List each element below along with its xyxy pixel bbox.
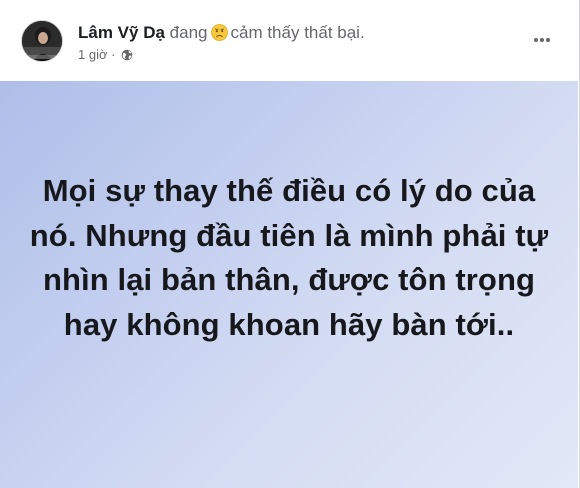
author-name[interactable]: Lâm Vỹ Dạ <box>78 23 165 42</box>
facebook-post: Lâm Vỹ Dạ đang cảm thấy thất bại. 1 giờ … <box>0 0 580 488</box>
post-text: Mọi sự thay thế điều có lý do của nó. Nh… <box>29 173 549 342</box>
activity-text: cảm thấy thất bại. <box>230 23 365 42</box>
post-title-line: Lâm Vỹ Dạ đang cảm thấy thất bại. <box>78 22 365 44</box>
sad-face-emoji-icon <box>210 24 228 41</box>
author-avatar[interactable] <box>21 20 63 62</box>
more-options-icon[interactable] <box>527 30 557 50</box>
post-meta: 1 giờ · <box>78 47 133 63</box>
post-header: Lâm Vỹ Dạ đang cảm thấy thất bại. 1 giờ … <box>0 0 578 80</box>
globe-icon <box>121 49 133 61</box>
post-timestamp[interactable]: 1 giờ <box>78 47 108 62</box>
activity-prefix: đang <box>169 23 208 42</box>
post-background: Mọi sự thay thế điều có lý do của nó. Nh… <box>0 81 578 488</box>
